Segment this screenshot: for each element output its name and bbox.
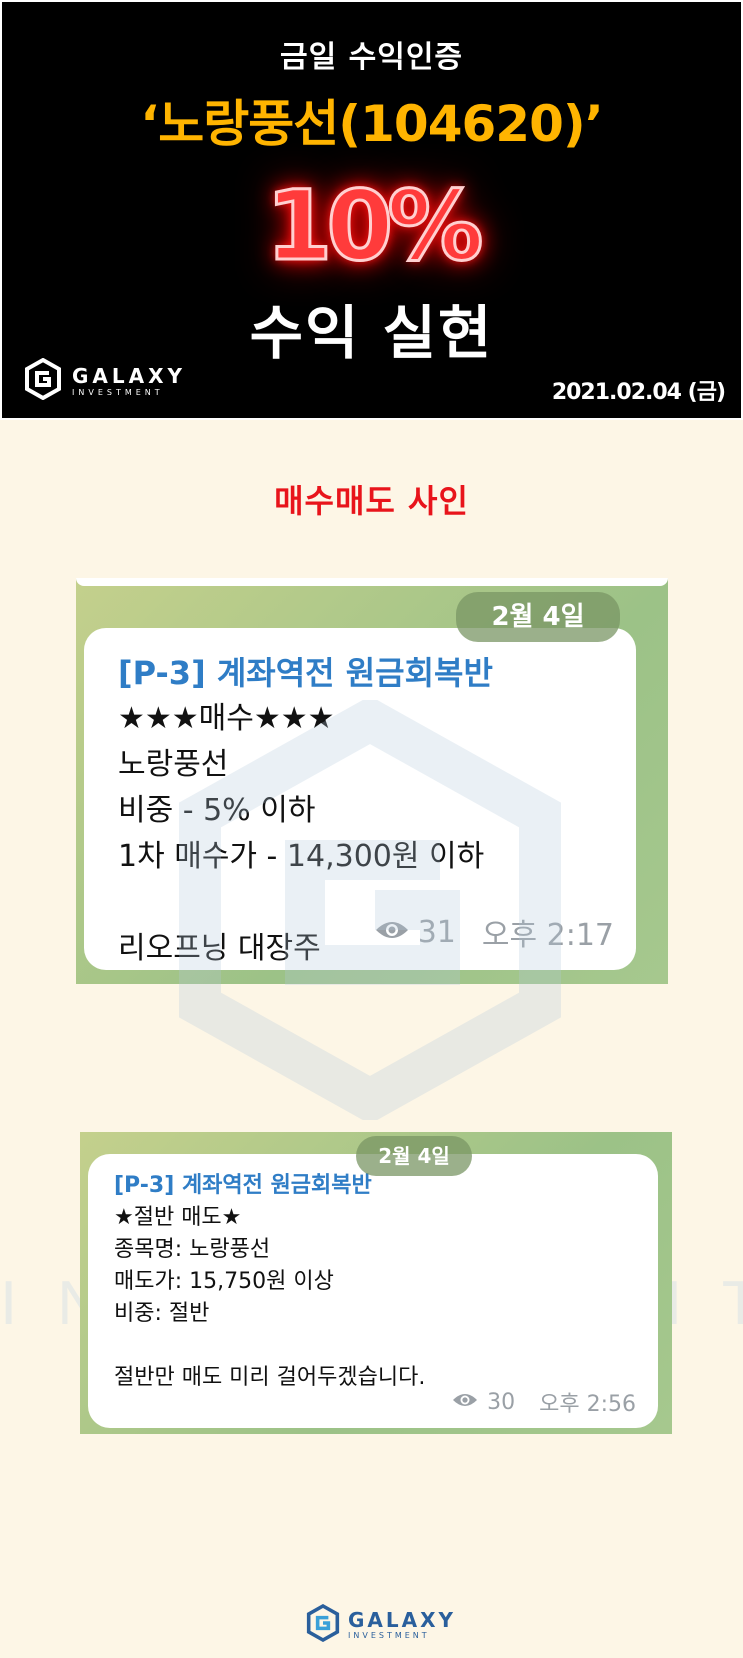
- message-line: 노랑풍선: [118, 747, 229, 782]
- message-meta: 31 오후 2:17: [374, 910, 614, 954]
- channel-name: [P-3] 계좌역전 원금회복반: [118, 654, 493, 692]
- message-bubble: [P-3] 계좌역전 원금회복반 ★★★매수★★★ 노랑풍선 비중 - 5% 이…: [84, 628, 636, 970]
- message-line: 매도가: 15,750원 이상: [114, 1269, 334, 1294]
- telegram-screenshot-buy: [P-3] 계좌역전 원금회복반 ★★★매수★★★ 노랑풍선 비중 - 5% 이…: [76, 578, 668, 984]
- footer-logo: GALAXY INVESTMENT: [306, 1603, 457, 1646]
- logo-sub-text: INVESTMENT: [72, 387, 164, 397]
- message-line: 비중 - 5% 이하: [118, 793, 316, 828]
- banner-date: 2021.02.04 (금): [551, 380, 726, 405]
- date-pill: 2월 4일: [356, 1136, 472, 1176]
- message-meta: 30 오후 2:56: [451, 1386, 636, 1418]
- message-time: 오후 2:17: [481, 918, 614, 953]
- telegram-screenshot-sell: [P-3] 계좌역전 원금회복반 ★절반 매도★ 종목명: 노랑풍선 매도가: …: [80, 1132, 672, 1434]
- section-title: 매수매도 사인: [274, 482, 469, 520]
- logo-sub-text: INVESTMENT: [348, 1631, 430, 1640]
- message-line: 비중: 절반: [114, 1301, 210, 1326]
- previous-bubble-edge: [76, 578, 668, 586]
- banner-stock-name: ‘노랑풍선(104620)’: [140, 95, 603, 153]
- galaxy-logo-icon: [24, 357, 62, 404]
- galaxy-logo-icon: [306, 1603, 340, 1646]
- message-time: 오후 2:56: [539, 1392, 636, 1417]
- message-line: 종목명: 노랑풍선: [114, 1237, 271, 1262]
- banner-logo: GALAXY INVESTMENT: [24, 357, 187, 404]
- date-pill: 2월 4일: [456, 592, 620, 642]
- message-line: ★절반 매도★: [114, 1205, 242, 1230]
- logo-main-text: GALAXY: [72, 363, 187, 388]
- banner-eyebrow: 금일 수익인증: [279, 40, 464, 75]
- message-line: ★★★매수★★★: [118, 701, 335, 736]
- eye-icon: [451, 1390, 479, 1415]
- message-bubble: [P-3] 계좌역전 원금회복반 ★절반 매도★ 종목명: 노랑풍선 매도가: …: [88, 1154, 658, 1428]
- logo-main-text: GALAXY: [348, 1608, 457, 1632]
- eye-icon: [374, 915, 410, 950]
- header-banner: 금일 수익인증 ‘노랑풍선(104620)’ 10% 수익 실현 GALAXY …: [0, 0, 743, 420]
- banner-profit-percent: 10%: [264, 169, 485, 284]
- view-count: 30: [487, 1389, 516, 1415]
- message-line: 1차 매수가 - 14,300원 이하: [118, 839, 485, 874]
- view-count: 31: [417, 914, 456, 950]
